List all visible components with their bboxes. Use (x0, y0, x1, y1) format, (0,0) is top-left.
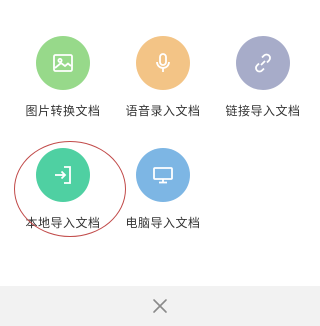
image-icon (36, 36, 90, 90)
option-label: 图片转换文档 (25, 104, 101, 118)
option-label: 链接导入文档 (225, 104, 301, 118)
import-options-grid: 图片转换文档 语音录入文档 链接导入文档 本地导入文档 电脑导入文档 (0, 0, 320, 286)
bottom-bar (0, 286, 320, 326)
option-label: 本地导入文档 (25, 216, 101, 230)
computer-icon (136, 148, 190, 202)
option-voice-to-doc[interactable]: 语音录入文档 (113, 28, 213, 138)
import-file-icon (36, 148, 90, 202)
option-local-import[interactable]: 本地导入文档 (13, 140, 113, 250)
option-link-to-doc[interactable]: 链接导入文档 (213, 28, 313, 138)
microphone-icon (136, 36, 190, 90)
option-label: 语音录入文档 (125, 104, 201, 118)
option-computer-import[interactable]: 电脑导入文档 (113, 140, 213, 250)
link-icon (236, 36, 290, 90)
option-image-to-doc[interactable]: 图片转换文档 (13, 28, 113, 138)
option-label: 电脑导入文档 (125, 216, 201, 230)
close-button[interactable] (140, 286, 180, 326)
close-icon (153, 299, 167, 313)
